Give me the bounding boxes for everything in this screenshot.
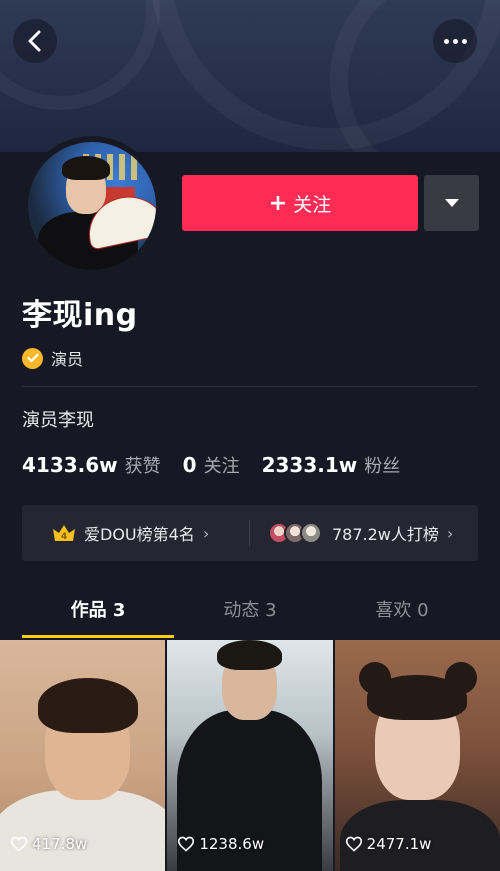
stat-likes: 4133.6w 获赞 bbox=[22, 452, 161, 478]
heart-icon bbox=[178, 836, 195, 852]
profile-stats: 4133.6w 获赞 0 关注 2333.1w 粉丝 bbox=[22, 452, 422, 478]
follow-label: 关注 bbox=[293, 193, 332, 216]
chevron-right-icon: › bbox=[202, 523, 210, 543]
more-button[interactable] bbox=[433, 19, 477, 63]
cover-decoration bbox=[330, 0, 500, 152]
like-count-text: 2477.1w bbox=[366, 835, 432, 853]
supporter-avatars bbox=[268, 522, 322, 544]
rank-bar: 4 爱DOU榜第4名 › 787.2w人打榜 › bbox=[22, 505, 478, 561]
rank-text: 爱DOU榜第4名 bbox=[84, 525, 195, 544]
video-thumbnail[interactable]: 417.8w bbox=[0, 640, 166, 871]
chevron-left-icon bbox=[28, 30, 41, 52]
stat-followers[interactable]: 2333.1w 粉丝 bbox=[262, 452, 401, 478]
stat-value: 4133.6w bbox=[22, 453, 118, 477]
divider bbox=[22, 386, 478, 387]
follow-button[interactable]: + 关注 bbox=[182, 175, 418, 231]
stat-label: 关注 bbox=[203, 456, 240, 477]
heart-icon bbox=[345, 836, 362, 852]
tab-likes[interactable]: 喜欢 0 bbox=[326, 586, 478, 638]
profile-cover bbox=[0, 0, 500, 152]
supporters-link[interactable]: 787.2w人打榜 › bbox=[250, 505, 453, 561]
avatar[interactable] bbox=[22, 136, 162, 276]
supporters-text: 787.2w人打榜 bbox=[332, 525, 439, 544]
like-count: 417.8w bbox=[10, 835, 87, 853]
video-thumbnail[interactable]: 2477.1w bbox=[334, 640, 500, 871]
crown-number: 4 bbox=[61, 532, 67, 542]
verified-check-icon bbox=[22, 347, 43, 369]
back-button[interactable] bbox=[13, 19, 57, 63]
heart-icon bbox=[10, 836, 28, 852]
more-dots-icon bbox=[443, 38, 449, 44]
profile-nickname: 李现ing bbox=[22, 298, 138, 333]
crown-icon: 4 bbox=[52, 524, 76, 542]
avatar-image bbox=[28, 142, 156, 270]
stat-label: 获赞 bbox=[124, 456, 161, 477]
verified-label: 演员 bbox=[51, 350, 84, 369]
recommend-dropdown-button[interactable] bbox=[424, 175, 479, 231]
video-thumbnail[interactable]: 1238.6w bbox=[167, 640, 333, 871]
stat-following[interactable]: 0 关注 bbox=[183, 452, 240, 478]
like-count: 2477.1w bbox=[345, 835, 432, 853]
profile-tabs: 作品 3 动态 3 喜欢 0 bbox=[22, 586, 478, 638]
chevron-right-icon: › bbox=[446, 523, 454, 543]
video-grid: 417.8w 1238.6w 2477.1w bbox=[0, 640, 500, 871]
verification-row: 演员 bbox=[22, 346, 83, 370]
triangle-down-icon bbox=[444, 199, 459, 207]
like-count-text: 417.8w bbox=[32, 835, 88, 853]
tab-works[interactable]: 作品 3 bbox=[22, 586, 174, 638]
stat-label: 粉丝 bbox=[364, 456, 401, 477]
avatar bbox=[300, 522, 322, 544]
plus-icon: + bbox=[268, 190, 288, 216]
stat-value: 0 bbox=[182, 453, 197, 477]
like-count: 1238.6w bbox=[177, 835, 264, 853]
stat-value: 2333.1w bbox=[261, 453, 358, 477]
tab-moments[interactable]: 动态 3 bbox=[174, 586, 326, 638]
like-count-text: 1238.6w bbox=[199, 835, 265, 853]
dou-rank-link[interactable]: 4 爱DOU榜第4名 › bbox=[22, 505, 249, 561]
profile-bio: 演员李现 bbox=[22, 410, 94, 431]
